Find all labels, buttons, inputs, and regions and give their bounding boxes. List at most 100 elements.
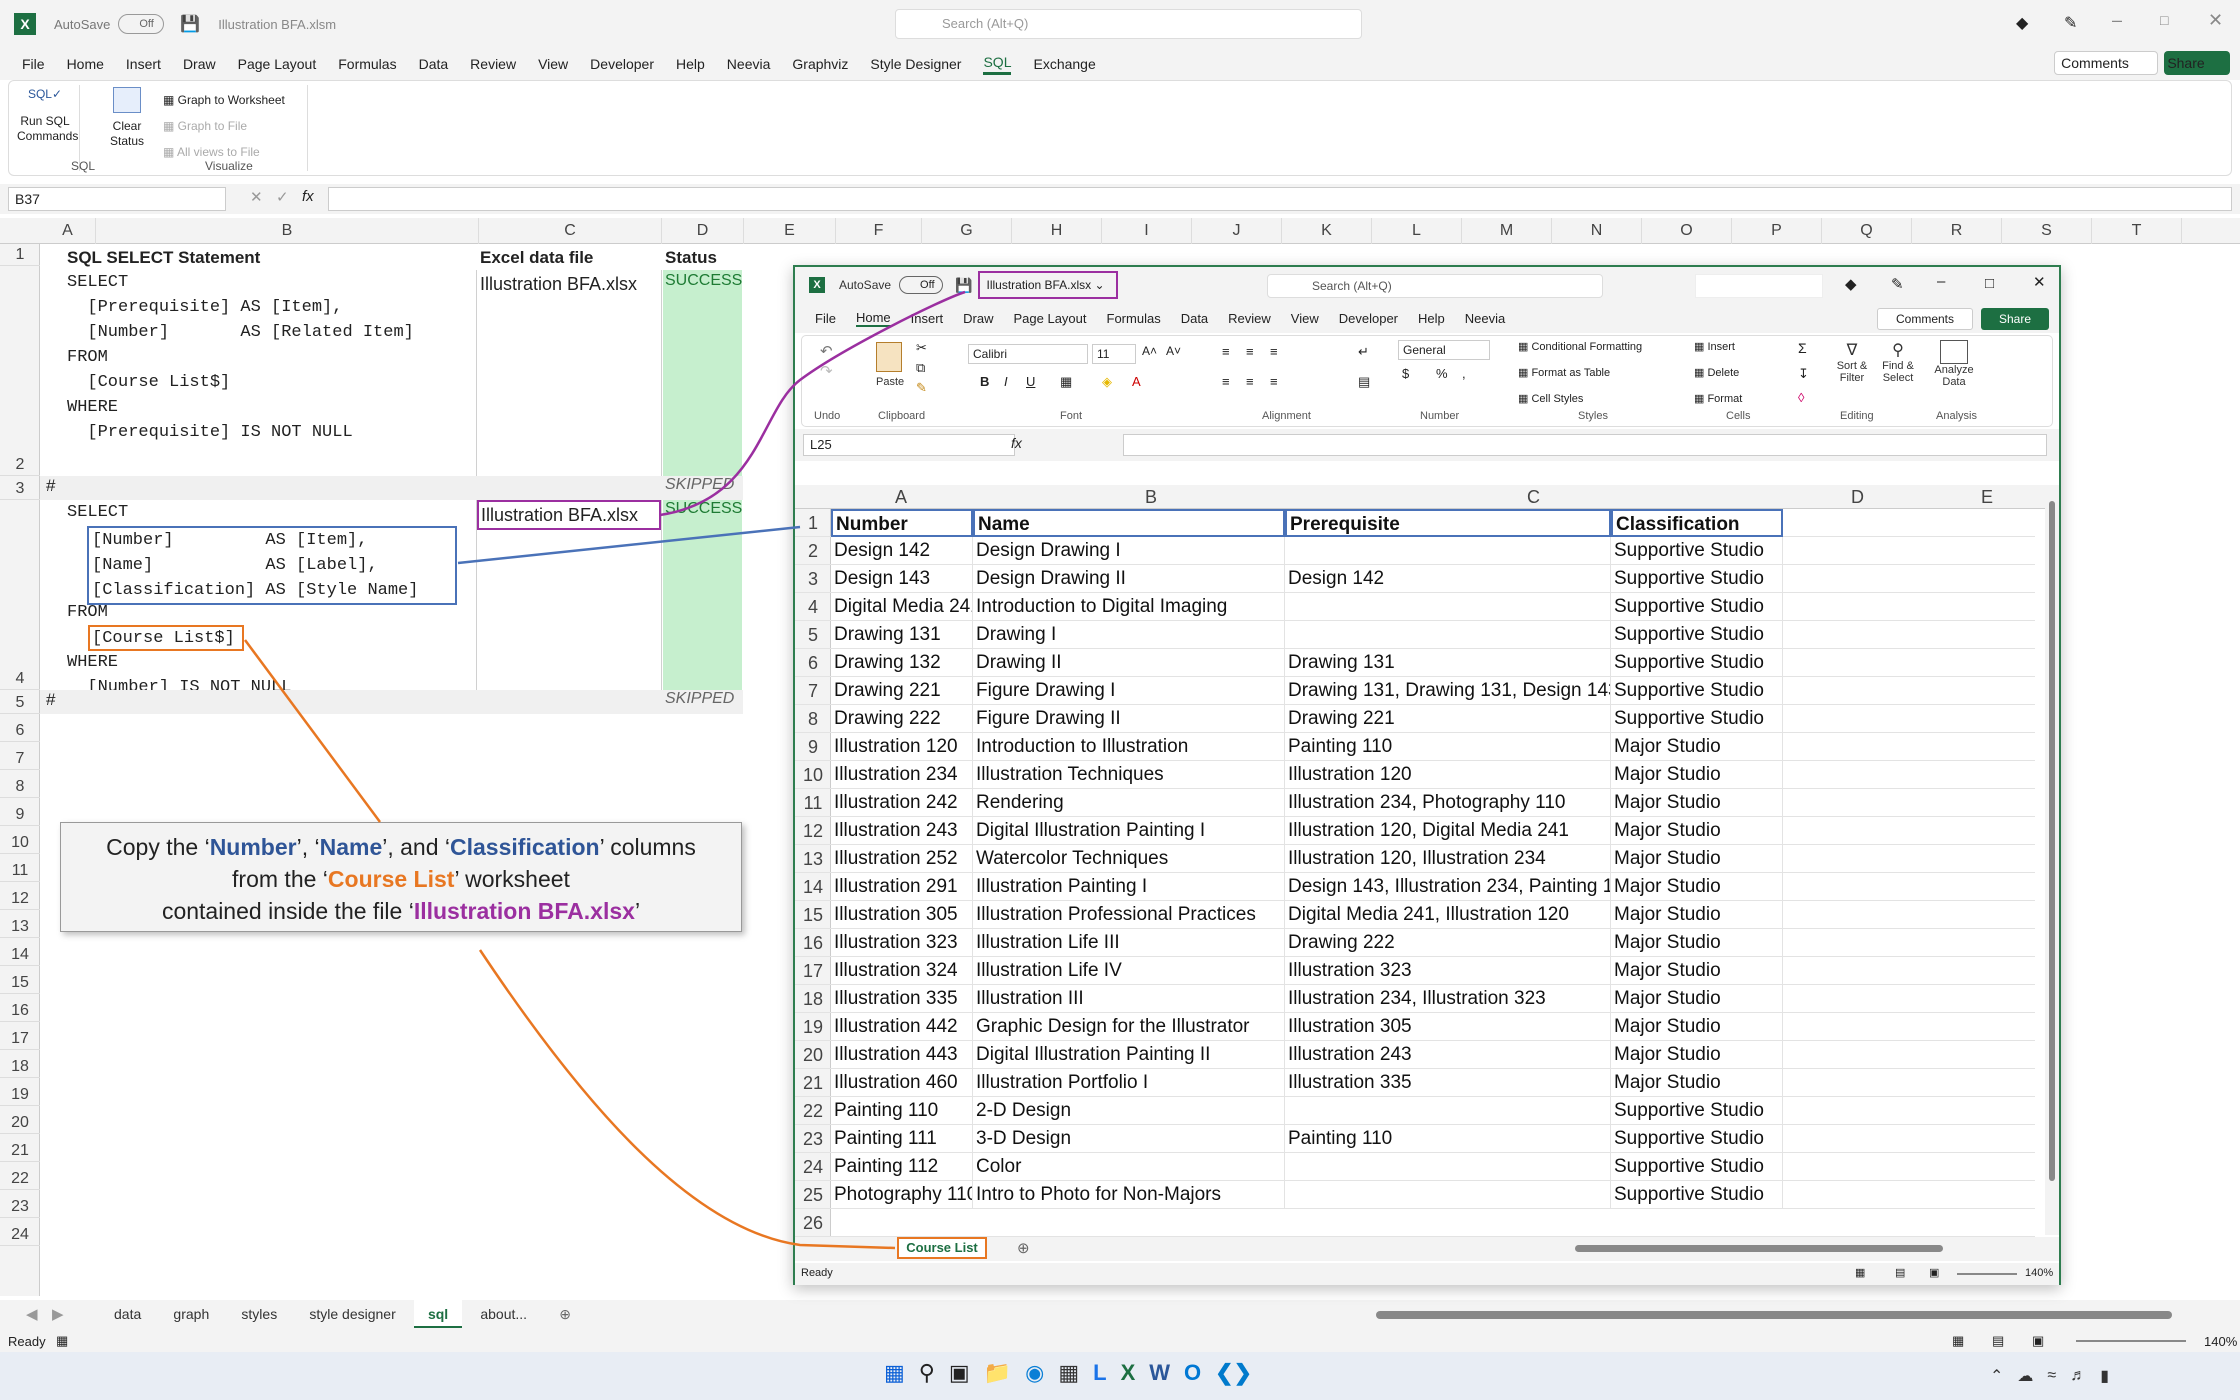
row-header-16[interactable]: 16 bbox=[0, 994, 40, 1022]
inner-horizontal-scrollbar[interactable] bbox=[1575, 1245, 1943, 1252]
inner-tab-help[interactable]: Help bbox=[1418, 311, 1445, 326]
table-cell[interactable]: Supportive Studio bbox=[1611, 565, 1783, 593]
inner-row-header[interactable]: 5 bbox=[795, 621, 831, 649]
inner-row-header[interactable]: 22 bbox=[795, 1097, 831, 1125]
sheet-tab-about[interactable]: about... bbox=[466, 1300, 541, 1328]
data-file-1[interactable]: Illustration BFA.xlsx bbox=[480, 274, 637, 295]
table-cell[interactable]: Illustration 234, Photography 110 bbox=[1285, 789, 1611, 817]
align-center-icon[interactable]: ≡ bbox=[1246, 374, 1254, 389]
column-title-3[interactable]: Classification bbox=[1611, 509, 1783, 537]
inner-row-header[interactable]: 10 bbox=[795, 761, 831, 789]
table-cell[interactable]: Major Studio bbox=[1611, 929, 1783, 957]
row-header-13[interactable]: 13 bbox=[0, 910, 40, 938]
sort-filter-button[interactable]: ∇ Sort & Filter bbox=[1832, 340, 1872, 384]
table-cell[interactable]: Watercolor Techniques bbox=[973, 845, 1285, 873]
add-sheet-icon[interactable]: ⊕ bbox=[545, 1300, 585, 1328]
inner-row-header[interactable]: 17 bbox=[795, 957, 831, 985]
table-cell[interactable]: Painting 112 bbox=[831, 1153, 973, 1181]
align-left-icon[interactable]: ≡ bbox=[1222, 374, 1230, 389]
inner-zoom-slider[interactable] bbox=[1957, 1273, 2017, 1275]
excel-taskbar-icon[interactable]: X bbox=[1121, 1360, 1136, 1386]
vscode-taskbar-icon[interactable]: ❮❯ bbox=[1215, 1360, 1252, 1386]
row-header-14[interactable]: 14 bbox=[0, 938, 40, 966]
table-cell[interactable]: Drawing II bbox=[973, 649, 1285, 677]
pen-icon[interactable]: ✎ bbox=[2064, 13, 2077, 33]
inner-autosave-toggle[interactable]: Off bbox=[899, 276, 944, 294]
tab-page-layout[interactable]: Page Layout bbox=[238, 56, 317, 72]
inner-col-c[interactable]: C bbox=[1527, 487, 1540, 508]
file-explorer-icon[interactable]: 📁 bbox=[984, 1360, 1011, 1386]
column-header-t[interactable]: T bbox=[2092, 218, 2182, 244]
row-header-12[interactable]: 12 bbox=[0, 882, 40, 910]
inner-minimize-button[interactable]: – bbox=[1937, 273, 1945, 290]
column-header-a[interactable]: A bbox=[40, 218, 96, 244]
insert-cells-button[interactable]: ▦ Insert bbox=[1694, 340, 1735, 353]
clear-icon[interactable]: ◊ bbox=[1798, 390, 1804, 405]
table-cell[interactable]: Illustration Life IV bbox=[973, 957, 1285, 985]
table-cell[interactable]: Major Studio bbox=[1611, 733, 1783, 761]
table-cell[interactable]: Photography 110 bbox=[831, 1181, 973, 1209]
column-header-d[interactable]: D bbox=[662, 218, 744, 244]
table-cell[interactable]: Illustration 120, Digital Media 241 bbox=[1285, 817, 1611, 845]
inner-file-name[interactable]: Illustration BFA.xlsx ⌄ bbox=[978, 271, 1119, 299]
enter-icon[interactable]: ✓ bbox=[276, 188, 289, 206]
table-cell[interactable]: Painting 110 bbox=[831, 1097, 973, 1125]
cut-icon[interactable]: ✂ bbox=[916, 340, 927, 356]
table-cell[interactable]: Major Studio bbox=[1611, 845, 1783, 873]
table-cell[interactable]: Supportive Studio bbox=[1611, 593, 1783, 621]
sheet-tab-graph[interactable]: graph bbox=[159, 1300, 223, 1328]
table-cell[interactable]: Rendering bbox=[973, 789, 1285, 817]
tab-style-designer[interactable]: Style Designer bbox=[870, 56, 961, 72]
inner-zoom-level[interactable]: 140% bbox=[2025, 1267, 2053, 1279]
inner-row-header[interactable]: 15 bbox=[795, 901, 831, 929]
table-cell[interactable] bbox=[1285, 1181, 1611, 1209]
inner-tab-formulas[interactable]: Formulas bbox=[1107, 311, 1161, 326]
table-cell[interactable]: Illustration 460 bbox=[831, 1069, 973, 1097]
clear-status-button[interactable]: Clear Status bbox=[101, 87, 153, 149]
align-middle-icon[interactable]: ≡ bbox=[1246, 344, 1254, 359]
column-header-h[interactable]: H bbox=[1012, 218, 1102, 244]
inner-tab-draw[interactable]: Draw bbox=[963, 311, 993, 326]
table-cell[interactable]: Illustration 242 bbox=[831, 789, 973, 817]
task-view-icon[interactable]: ▣ bbox=[949, 1360, 970, 1386]
inner-row-header[interactable]: 13 bbox=[795, 845, 831, 873]
table-cell[interactable] bbox=[1285, 537, 1611, 565]
column-title-2[interactable]: Prerequisite bbox=[1285, 509, 1611, 537]
tab-scroll-left-icon[interactable]: ◀ bbox=[26, 1305, 38, 1323]
autosum-icon[interactable]: Σ bbox=[1798, 340, 1807, 356]
normal-view-icon[interactable]: ▦ bbox=[1952, 1333, 1964, 1349]
inner-row-header[interactable]: 9 bbox=[795, 733, 831, 761]
inner-name-box[interactable]: L25 bbox=[803, 434, 1015, 456]
table-cell[interactable]: Major Studio bbox=[1611, 789, 1783, 817]
row-header-15[interactable]: 15 bbox=[0, 966, 40, 994]
row-header-24[interactable]: 24 bbox=[0, 1218, 40, 1246]
inner-row-header[interactable]: 11 bbox=[795, 789, 831, 817]
row-header-3[interactable]: 3 bbox=[0, 476, 40, 500]
wifi-icon[interactable]: ≈ bbox=[2047, 1367, 2056, 1385]
inner-row-header[interactable]: 26 bbox=[795, 1209, 831, 1237]
zoom-level[interactable]: 140% bbox=[2204, 1334, 2237, 1349]
file-name[interactable]: Illustration BFA.xlsm bbox=[218, 17, 336, 32]
name-box[interactable]: B37 bbox=[8, 187, 226, 211]
inner-row-header[interactable]: 12 bbox=[795, 817, 831, 845]
table-cell[interactable]: Illustration 243 bbox=[831, 817, 973, 845]
row-header-2[interactable]: 2 bbox=[0, 266, 40, 476]
inner-col-e[interactable]: E bbox=[1981, 487, 1993, 508]
row-header-6[interactable]: 6 bbox=[0, 714, 40, 742]
inner-col-b[interactable]: B bbox=[1145, 487, 1157, 508]
inner-search-input[interactable]: Search (Alt+Q) bbox=[1267, 274, 1603, 298]
inner-row-header[interactable]: 18 bbox=[795, 985, 831, 1013]
table-cell[interactable]: Major Studio bbox=[1611, 873, 1783, 901]
table-cell[interactable]: Digital Illustration Painting II bbox=[973, 1041, 1285, 1069]
inner-tab-data[interactable]: Data bbox=[1181, 311, 1208, 326]
volume-icon[interactable]: ♬ bbox=[2070, 1367, 2086, 1385]
row-header-18[interactable]: 18 bbox=[0, 1050, 40, 1078]
inner-share-button[interactable]: Share bbox=[1981, 308, 2049, 330]
table-cell[interactable]: Graphic Design for the Illustrator bbox=[973, 1013, 1285, 1041]
row-header-22[interactable]: 22 bbox=[0, 1162, 40, 1190]
inner-row-header[interactable]: 7 bbox=[795, 677, 831, 705]
table-cell[interactable]: Illustration Painting I bbox=[973, 873, 1285, 901]
inner-row-header[interactable]: 19 bbox=[795, 1013, 831, 1041]
row-header-9[interactable]: 9 bbox=[0, 798, 40, 826]
table-cell[interactable]: Illustration 120, Illustration 234 bbox=[1285, 845, 1611, 873]
